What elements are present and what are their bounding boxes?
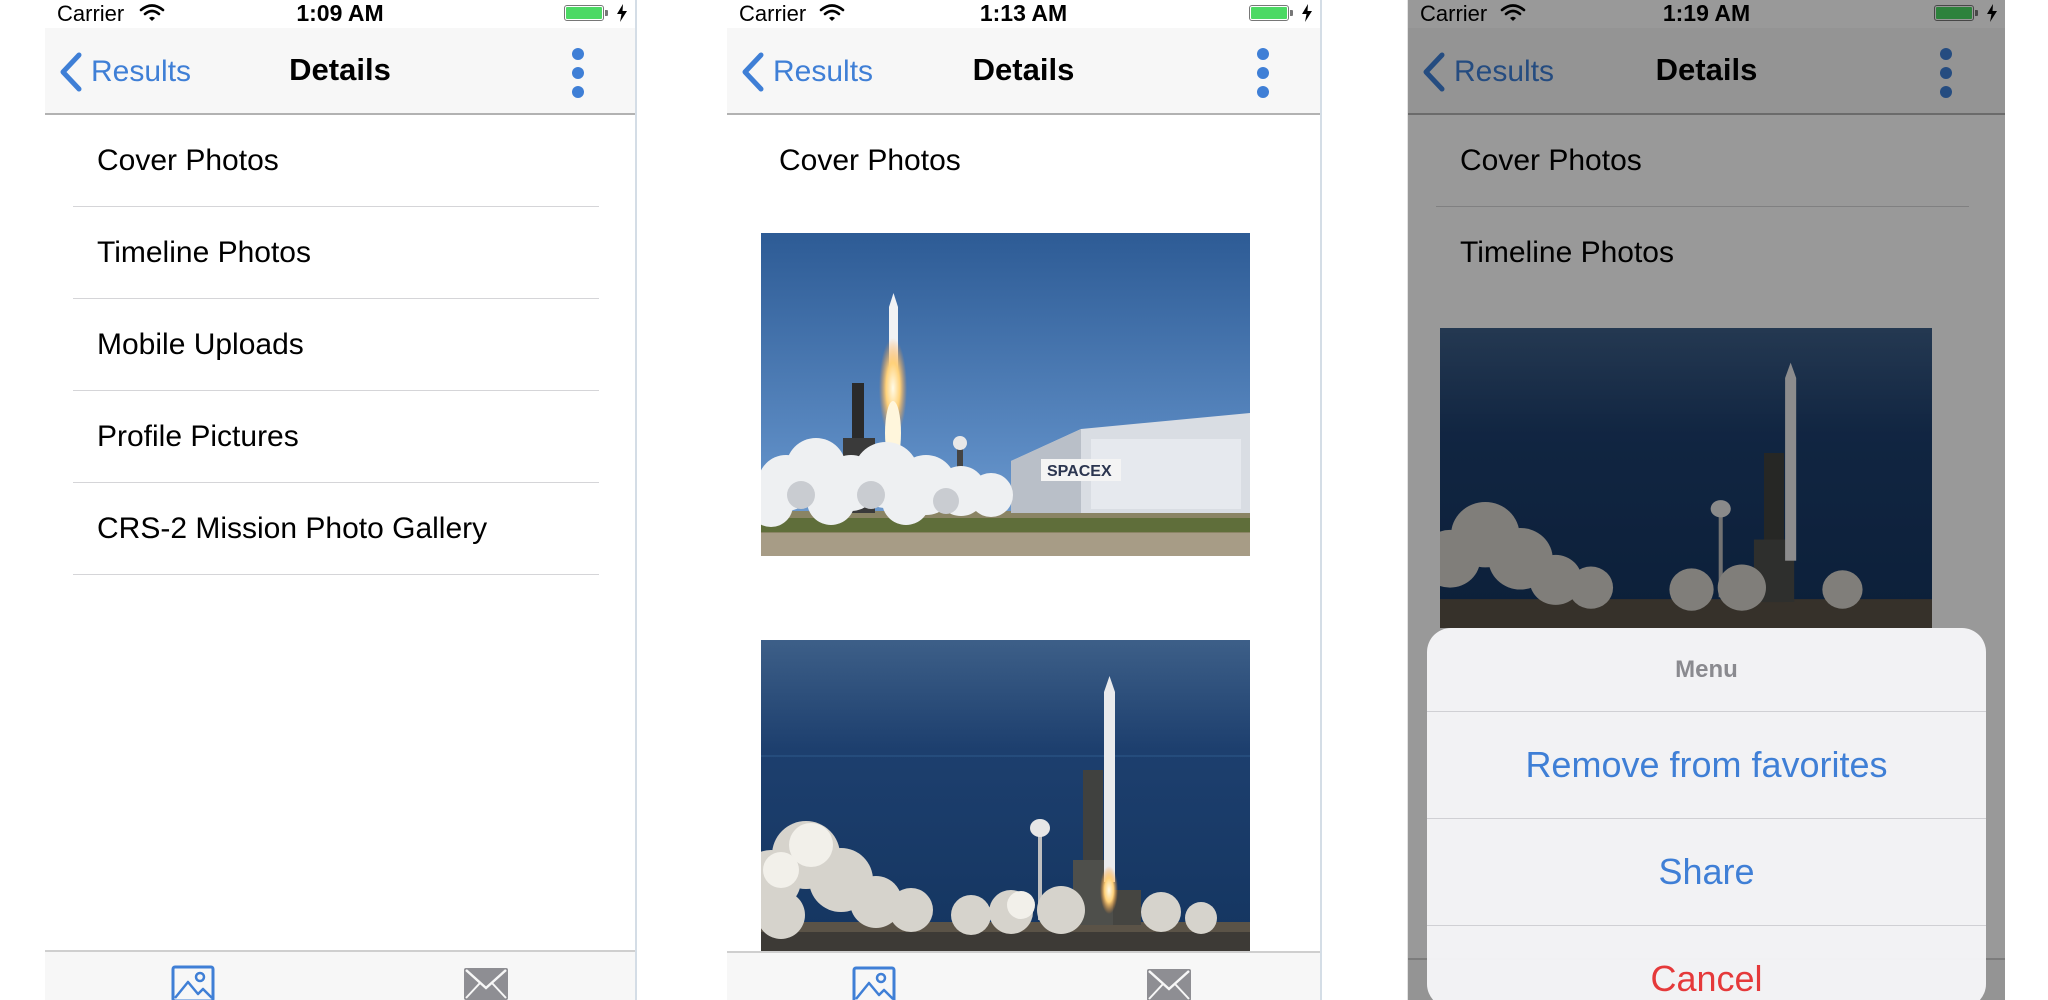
status-bar: Carrier 1:19 AM <box>1408 0 2005 28</box>
list-item-label: Cover Photos <box>779 144 961 177</box>
more-vertical-icon[interactable] <box>1936 44 1956 102</box>
page-title: Details <box>1655 52 1758 87</box>
remove-from-favorites-button[interactable]: Remove from favorites <box>1427 712 1986 819</box>
more-vertical-icon[interactable] <box>1253 44 1273 102</box>
action-sheet: Menu Remove from favorites Share Cancel <box>1427 628 1986 1000</box>
image-icon[interactable] <box>170 964 216 1000</box>
list-item-timeline-photos[interactable]: Timeline Photos <box>45 207 635 299</box>
tab-bar <box>45 950 635 1000</box>
status-bar: Carrier 1:13 AM <box>727 0 1320 28</box>
battery-icon <box>564 5 608 21</box>
screen-3: Carrier 1:19 AM Results Details Cover Ph… <box>1408 0 2005 1000</box>
navigation-bar: Results Details <box>1408 28 2005 115</box>
list-item-label: Mobile Uploads <box>97 328 304 361</box>
list-item-cover-photos[interactable]: Cover Photos <box>727 115 1320 207</box>
screen-divider <box>1320 0 1322 1000</box>
image-icon[interactable] <box>851 965 897 1000</box>
album-list: Cover Photos Timeline Photos Mobile Uplo… <box>45 115 635 575</box>
list-item-profile-pictures[interactable]: Profile Pictures <box>45 391 635 483</box>
status-time: 1:09 AM <box>296 0 384 26</box>
list-item-cover-photos[interactable]: Cover Photos <box>45 115 635 207</box>
cover-photo-falcon-launch[interactable] <box>761 640 1250 952</box>
list-item-timeline-photos[interactable]: Timeline Photos <box>1408 207 2005 299</box>
status-time: 1:13 AM <box>979 0 1068 26</box>
navigation-bar: Results Details <box>727 28 1320 115</box>
list-item-label: Profile Pictures <box>97 420 299 453</box>
list-item-label: Cover Photos <box>97 144 279 177</box>
cover-photo-launch-hangar[interactable]: SPACEX <box>761 233 1250 556</box>
more-vertical-icon[interactable] <box>568 44 588 102</box>
row-divider <box>73 574 599 575</box>
screen-divider <box>635 0 637 1000</box>
screen-2: Carrier 1:13 AM Results Details Cover Ph… <box>727 0 1320 1000</box>
page-title: Details <box>289 52 391 87</box>
bolt-icon <box>1987 4 1997 22</box>
hangar-logo-text: SPACEX <box>1047 463 1112 480</box>
album-list: Cover Photos <box>727 115 1320 207</box>
bolt-icon <box>1302 4 1312 22</box>
timeline-photo-falcon-launch[interactable] <box>1440 328 1932 628</box>
battery-icon <box>1934 5 1978 21</box>
album-list: Cover Photos Timeline Photos <box>1408 115 2005 299</box>
status-time: 1:19 AM <box>1662 0 1751 26</box>
action-sheet-title: Menu <box>1427 628 1986 712</box>
cancel-button[interactable]: Cancel <box>1427 926 1986 1000</box>
list-item-cover-photos[interactable]: Cover Photos <box>1408 115 2005 207</box>
navigation-bar: Results Details <box>45 28 635 115</box>
list-item-label: CRS-2 Mission Photo Gallery <box>97 512 488 545</box>
status-bar: Carrier 1:09 AM <box>45 0 635 28</box>
mail-icon[interactable] <box>1146 965 1192 1000</box>
list-item-label: Timeline Photos <box>97 236 311 269</box>
screen-1: Carrier 1:09 AM Results Details Cover Ph… <box>45 0 635 1000</box>
bolt-icon <box>617 4 627 22</box>
list-item-crs2-gallery[interactable]: CRS-2 Mission Photo Gallery <box>45 483 635 575</box>
list-item-mobile-uploads[interactable]: Mobile Uploads <box>45 299 635 391</box>
page-title: Details <box>972 52 1075 87</box>
share-button[interactable]: Share <box>1427 819 1986 926</box>
tab-bar <box>727 951 1320 1000</box>
list-item-label: Cover Photos <box>1460 144 1642 177</box>
battery-icon <box>1249 5 1293 21</box>
list-item-label: Timeline Photos <box>1460 236 1674 269</box>
mail-icon[interactable] <box>463 964 509 1000</box>
